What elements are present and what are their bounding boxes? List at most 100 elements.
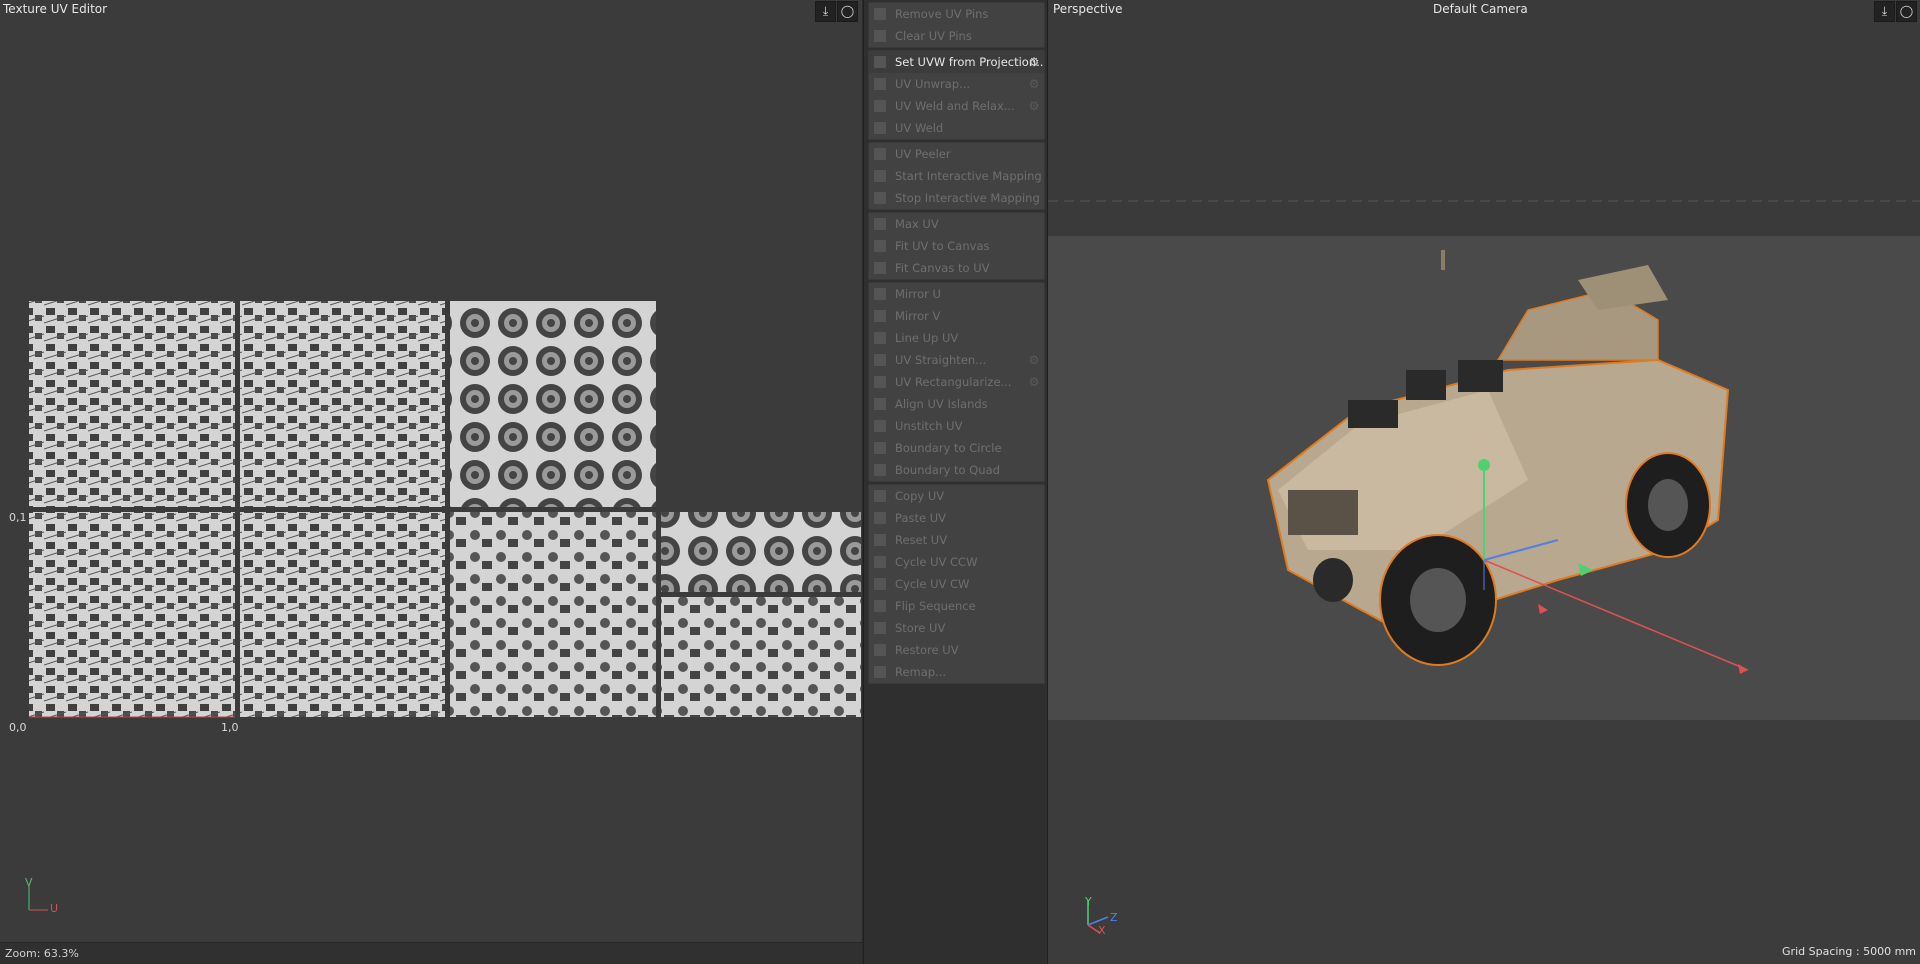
command-icon (874, 262, 886, 274)
pin-icon[interactable]: ⤓ (1874, 1, 1895, 22)
command-item[interactable]: Copy UV (869, 485, 1044, 507)
grid-spacing-readout: Grid Spacing : 5000 mm (1782, 945, 1916, 958)
command-item[interactable]: Paste UV (869, 507, 1044, 529)
command-label: Mirror V (895, 309, 941, 323)
command-icon (874, 8, 886, 20)
command-icon (874, 192, 886, 204)
command-item[interactable]: Unstitch UV (869, 415, 1044, 437)
command-item[interactable]: Set UVW from Projection... ⚙ (869, 51, 1044, 73)
command-item[interactable]: UV Unwrap... ⚙ (869, 73, 1044, 95)
command-item[interactable]: UV Weld (869, 117, 1044, 139)
u-letter: U (50, 902, 59, 915)
command-icon (874, 512, 886, 524)
command-label: Boundary to Quad (895, 463, 1000, 477)
command-group: Set UVW from Projection... ⚙ UV Unwrap... ⚙… (868, 50, 1045, 140)
command-item[interactable]: Mirror U (869, 283, 1044, 305)
uv-status-bar: Zoom: 63.3% (0, 942, 862, 964)
command-item[interactable]: Flip Sequence (869, 595, 1044, 617)
command-label: UV Weld and Relax... (895, 99, 1015, 113)
command-item[interactable]: UV Straighten... ⚙ (869, 349, 1044, 371)
command-item[interactable]: Fit UV to Canvas (869, 235, 1044, 257)
command-icon (874, 420, 886, 432)
vehicle-model[interactable] (1198, 250, 1798, 680)
command-icon (874, 556, 886, 568)
command-item[interactable]: UV Rectangularize... ⚙ (869, 371, 1044, 393)
command-icon (874, 578, 886, 590)
command-item[interactable]: Cycle UV CW (869, 573, 1044, 595)
command-icon (874, 442, 886, 454)
uv-editor-panel[interactable]: Texture UV Editor ⤓ ◯ 0,1 0,0 1,0 V U Zo… (0, 0, 862, 964)
command-icon (874, 30, 886, 42)
command-icon (874, 464, 886, 476)
uv-command-palette: Remove UV Pins Clear UV Pins Set UVW from … (863, 0, 1048, 964)
command-icon (874, 332, 886, 344)
command-item[interactable]: Remap... (869, 661, 1044, 683)
command-label: Remove UV Pins (895, 7, 989, 21)
command-item[interactable]: Stop Interactive Mapping (869, 187, 1044, 209)
command-label: Boundary to Circle (895, 441, 1002, 455)
command-item[interactable]: UV Weld and Relax... ⚙ (869, 95, 1044, 117)
command-item[interactable]: Align UV Islands (869, 393, 1044, 415)
command-icon (874, 240, 886, 252)
command-icon (874, 218, 886, 230)
gear-icon[interactable]: ⚙ (1027, 77, 1041, 91)
gear-icon[interactable]: ⚙ (1027, 375, 1041, 389)
command-label: UV Weld (895, 121, 944, 135)
command-group: Mirror U Mirror V Line Up UV UV Straighten.… (868, 282, 1045, 482)
command-group: Remove UV Pins Clear UV Pins (868, 2, 1045, 48)
command-item[interactable]: Max UV (869, 213, 1044, 235)
axis-z-label: Z (1110, 911, 1118, 924)
command-icon (874, 534, 886, 546)
command-item[interactable]: Restore UV (869, 639, 1044, 661)
command-label: Cycle UV CW (895, 577, 970, 591)
command-item[interactable]: Fit Canvas to UV (869, 257, 1044, 279)
command-label: Clear UV Pins (895, 29, 972, 43)
camera-label[interactable]: Default Camera (1433, 2, 1528, 16)
command-icon (874, 310, 886, 322)
u-one-label: 1,0 (221, 721, 239, 734)
command-item[interactable]: Mirror V (869, 305, 1044, 327)
perspective-viewport[interactable]: Perspective Default Camera ⤓ ◯ Y Z X Gri… (1048, 0, 1920, 964)
command-icon (874, 288, 886, 300)
command-item[interactable]: Line Up UV (869, 327, 1044, 349)
command-label: Paste UV (895, 511, 946, 525)
command-item[interactable]: UV Peeler (869, 143, 1044, 165)
gear-icon[interactable]: ⚙ (1027, 99, 1041, 113)
command-label: Unstitch UV (895, 419, 963, 433)
command-icon (874, 376, 886, 388)
command-item[interactable]: Remove UV Pins (869, 3, 1044, 25)
command-item[interactable]: Start Interactive Mapping (869, 165, 1044, 187)
command-item[interactable]: Boundary to Quad (869, 459, 1044, 481)
command-label: Fit Canvas to UV (895, 261, 990, 275)
command-label: Stop Interactive Mapping (895, 191, 1040, 205)
command-label: UV Rectangularize... (895, 375, 1012, 389)
axis-x-label: X (1098, 924, 1106, 937)
command-icon (874, 354, 886, 366)
command-label: Cycle UV CCW (895, 555, 978, 569)
command-label: UV Unwrap... (895, 77, 971, 91)
command-item[interactable]: Clear UV Pins (869, 25, 1044, 47)
command-item[interactable]: Store UV (869, 617, 1044, 639)
zoom-readout: Zoom: 63.3% (5, 947, 79, 960)
gear-icon[interactable]: ⚙ (1027, 353, 1041, 367)
viewport-lower-area (1048, 720, 1920, 964)
sync-icon[interactable]: ◯ (1896, 1, 1917, 22)
command-label: Max UV (895, 217, 939, 231)
viewport-title: Perspective (1053, 2, 1123, 16)
command-label: Set UVW from Projection... (895, 55, 1044, 69)
command-item[interactable]: Boundary to Circle (869, 437, 1044, 459)
command-icon (874, 666, 886, 678)
command-label: Store UV (895, 621, 946, 635)
gear-icon[interactable]: ⚙ (1027, 55, 1041, 69)
command-item[interactable]: Reset UV (869, 529, 1044, 551)
command-label: UV Straighten... (895, 353, 987, 367)
command-item[interactable]: Cycle UV CCW (869, 551, 1044, 573)
command-label: Start Interactive Mapping (895, 169, 1042, 183)
command-icon (874, 148, 886, 160)
command-group: Copy UV Paste UV Reset UV Cycle UV CCW Cycle… (868, 484, 1045, 684)
command-label: Copy UV (895, 489, 945, 503)
command-label: Fit UV to Canvas (895, 239, 990, 253)
command-icon (874, 170, 886, 182)
uv-canvas[interactable] (0, 0, 862, 942)
command-group: UV Peeler Start Interactive Mapping Stop I… (868, 142, 1045, 210)
